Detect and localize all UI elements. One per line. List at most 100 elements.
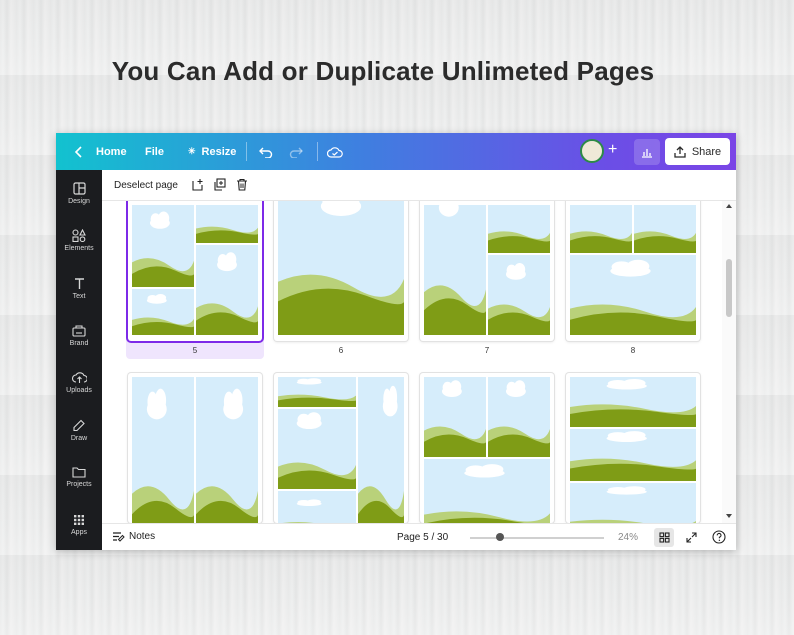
grid-icon	[74, 515, 84, 525]
grid-view-icon	[658, 532, 670, 543]
zoom-slider[interactable]	[470, 537, 604, 539]
share-button[interactable]: Share	[665, 138, 730, 165]
landscape-panel	[132, 205, 194, 287]
landscape-panel	[570, 483, 696, 523]
notes-label: Notes	[129, 531, 156, 542]
scrollbar[interactable]	[722, 201, 736, 523]
page-thumbnail[interactable]	[420, 373, 554, 523]
file-menu[interactable]: File	[145, 133, 164, 170]
chevron-left-icon	[74, 145, 82, 158]
sidebar-item-label: Elements	[64, 245, 94, 252]
deselect-page-button[interactable]: Deselect page	[114, 180, 178, 191]
page-thumbnail[interactable]	[420, 201, 554, 341]
undo-button[interactable]	[259, 133, 273, 170]
bottom-bar: Notes Page 5 / 30 24%	[102, 523, 736, 550]
sidebar-item-uploads[interactable]: Uploads	[56, 371, 102, 394]
landscape-panel	[132, 377, 194, 523]
landscape-panel	[358, 377, 404, 523]
page-thumbnail[interactable]	[128, 201, 262, 341]
scroll-up-icon[interactable]	[725, 203, 733, 209]
pen-icon	[73, 419, 85, 432]
bar-chart-icon	[642, 148, 652, 158]
file-label: File	[145, 145, 164, 158]
fullscreen-icon[interactable]	[686, 532, 697, 543]
landscape-panel	[196, 205, 258, 243]
sidebar-item-label: Design	[68, 198, 90, 205]
landscape-panel	[132, 289, 194, 335]
landscape-panel	[570, 205, 632, 253]
duplicate-page-icon[interactable]	[213, 178, 226, 191]
folder-icon	[72, 467, 86, 478]
undo-icon	[259, 147, 273, 158]
sidebar-item-label: Apps	[71, 529, 87, 536]
landscape-panel	[424, 459, 550, 523]
landscape-panel	[488, 205, 550, 253]
redo-button[interactable]	[289, 133, 303, 170]
landscape-panel	[570, 377, 696, 427]
page-number: 6	[338, 346, 344, 355]
page-grid: 5 6 7 8	[102, 201, 722, 523]
sidebar-item-brand[interactable]: Brand	[56, 324, 102, 347]
grid-view-button[interactable]	[654, 528, 674, 547]
cloud-check-icon	[327, 146, 343, 158]
editor-window: Home File ✳ Resize + Share Design Elemen…	[56, 133, 736, 550]
redo-icon	[289, 147, 303, 158]
resize-button[interactable]: ✳ Resize	[188, 133, 236, 170]
help-icon[interactable]	[712, 530, 726, 544]
sidebar-item-projects[interactable]: Projects	[56, 466, 102, 488]
sidebar-item-text[interactable]: Text	[56, 277, 102, 300]
landscape-panel	[196, 245, 258, 335]
notes-icon	[113, 532, 125, 542]
landscape-panel	[570, 255, 696, 335]
page-thumbnail[interactable]	[128, 373, 262, 523]
home-label: Home	[96, 145, 127, 158]
landscape-panel	[278, 491, 356, 523]
sidebar-item-design[interactable]: Design	[56, 182, 102, 205]
page-toolbar: Deselect page	[102, 170, 736, 201]
page-thumbnail[interactable]	[566, 201, 700, 341]
page-thumbnail[interactable]	[566, 373, 700, 523]
resize-sparkle-icon: ✳	[188, 146, 196, 156]
divider	[317, 142, 318, 161]
sidebar-item-label: Draw	[70, 435, 88, 442]
sidebar-item-label: Brand	[69, 340, 89, 347]
landscape-panel	[196, 377, 258, 523]
save-status[interactable]	[327, 133, 343, 170]
landscape-panel	[488, 377, 550, 457]
analytics-button[interactable]	[634, 139, 660, 165]
notes-button[interactable]: Notes	[112, 531, 155, 542]
sidebar-item-draw[interactable]: Draw	[56, 419, 102, 442]
landscape-panel	[634, 205, 696, 253]
add-page-icon[interactable]	[191, 178, 204, 191]
add-collaborator-button[interactable]: +	[608, 141, 617, 159]
sidebar-item-label: Uploads	[66, 387, 92, 394]
scroll-thumb[interactable]	[726, 259, 732, 317]
top-bar: Home File ✳ Resize + Share	[56, 133, 736, 170]
page-thumbnail[interactable]	[274, 201, 408, 341]
home-button[interactable]: Home	[74, 133, 127, 170]
page-thumbnail[interactable]	[274, 373, 408, 523]
page-number: 7	[484, 346, 490, 355]
zoom-level[interactable]: 24%	[618, 532, 638, 543]
sidebar: Design Elements Text Brand Uploads Draw …	[56, 170, 102, 550]
sidebar-item-apps[interactable]: Apps	[56, 514, 102, 536]
zoom-slider-handle[interactable]	[496, 533, 504, 541]
share-icon	[674, 145, 686, 158]
avatar[interactable]	[580, 139, 604, 163]
layout-icon	[72, 182, 86, 195]
landscape-panel	[278, 201, 404, 335]
scroll-down-icon[interactable]	[725, 513, 733, 519]
landscape-panel	[424, 377, 486, 457]
shapes-icon	[72, 229, 86, 242]
text-icon	[74, 278, 84, 289]
cloud-upload-icon	[71, 372, 87, 383]
landscape-panel	[424, 205, 486, 335]
page-indicator[interactable]: Page 5 / 30	[397, 532, 448, 543]
share-label: Share	[691, 145, 722, 158]
trash-icon[interactable]	[236, 178, 248, 191]
sidebar-item-label: Projects	[66, 481, 92, 488]
page-number: 8	[630, 346, 636, 355]
sidebar-item-elements[interactable]: Elements	[56, 229, 102, 252]
sidebar-item-label: Text	[72, 293, 86, 300]
page-number: 5	[192, 346, 198, 355]
